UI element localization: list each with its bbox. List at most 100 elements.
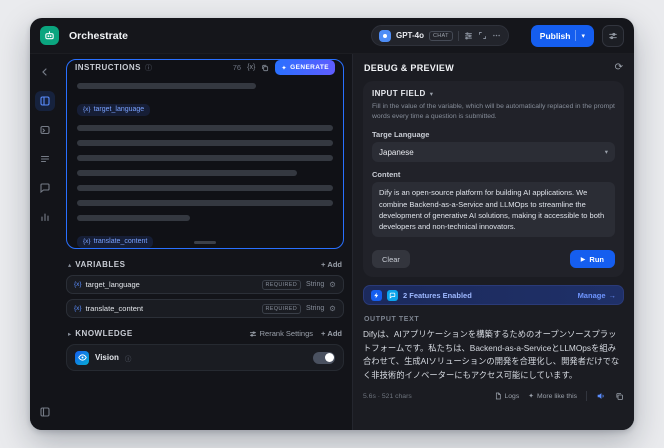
output-meta: 5.6s · 521 chars [363, 392, 412, 400]
variable-row-meta: REQUIRED String ⚙ [261, 279, 336, 290]
variable-type[interactable]: String [306, 281, 324, 288]
speaker-icon[interactable] [596, 391, 606, 401]
chip-row: {x} target_language [77, 98, 333, 116]
sidebar-item-orchestrate[interactable] [35, 91, 55, 111]
copy-output-icon[interactable] [615, 392, 624, 401]
variable-settings-icon[interactable]: ⚙ [329, 280, 336, 289]
output-actions: Logs ✦ More like this [494, 391, 625, 402]
publish-button[interactable]: Publish ▾ [530, 24, 594, 47]
publish-label: Publish [539, 30, 571, 41]
logs-label: Logs [504, 392, 520, 400]
manage-features-link[interactable]: Manage → [578, 291, 616, 300]
input-field-title: INPUT FIELD [372, 89, 426, 98]
model-selector[interactable]: GPT-4o CHAT [371, 25, 509, 46]
target-language-select[interactable]: Japanese ▾ [372, 142, 615, 163]
variable-row-target-language[interactable]: {x} target_language REQUIRED String ⚙ [66, 275, 344, 294]
back-icon[interactable] [35, 62, 55, 82]
refresh-icon[interactable]: ⟳ [615, 63, 623, 73]
clear-button[interactable]: Clear [372, 250, 410, 269]
variable-chip-target-language[interactable]: {x} target_language [77, 103, 151, 116]
insert-variable-icon[interactable]: {x} [247, 64, 255, 71]
model-name: GPT-4o [396, 31, 425, 40]
page-title: Orchestrate [69, 29, 128, 42]
required-badge: REQUIRED [261, 279, 301, 290]
play-icon: ▶ [580, 256, 586, 263]
app-settings-button[interactable] [602, 24, 624, 47]
variable-settings-icon[interactable]: ⚙ [329, 304, 336, 313]
target-language-label: Targe Language [372, 130, 430, 140]
model-more-icon[interactable] [492, 31, 501, 40]
variable-row-translate-content[interactable]: {x} translate_content REQUIRED String ⚙ [66, 299, 344, 318]
input-buttons-row: Clear ▶ Run [372, 250, 615, 269]
content-textarea[interactable]: Dify is an open-source platform for buil… [372, 182, 615, 238]
char-count: 76 [232, 63, 242, 72]
app-window: Orchestrate GPT-4o CHAT Publish ▾ INSTRU… [30, 18, 634, 430]
generate-button[interactable]: ✦ GENERATE [275, 60, 335, 75]
arrow-right-icon: → [608, 290, 617, 300]
collapse-panel-icon[interactable] [35, 402, 55, 422]
input-field-description: Fill in the value of the variable, which… [372, 103, 615, 121]
skeleton-line [77, 83, 257, 89]
feature-icon-2 [387, 289, 398, 301]
skeleton-line [77, 170, 298, 176]
resize-handle[interactable] [194, 241, 216, 244]
token-icon: {x} [74, 305, 82, 312]
add-knowledge-button[interactable]: + Add [321, 329, 342, 338]
logs-button[interactable]: Logs [494, 392, 520, 400]
title-bar: Orchestrate GPT-4o CHAT Publish ▾ [30, 18, 634, 54]
toggle-knob [324, 353, 334, 362]
knowledge-title: KNOWLEDGE [75, 329, 133, 338]
token-icon: {x} [83, 106, 91, 113]
skeleton-line [77, 125, 333, 131]
skeleton-line [77, 200, 333, 206]
desktop-background: Orchestrate GPT-4o CHAT Publish ▾ INSTRU… [0, 0, 664, 448]
app-logo-icon [40, 26, 59, 45]
input-field-header[interactable]: INPUT FIELD ▾ [372, 89, 615, 98]
vision-feature-card: Vision ⓘ [66, 344, 344, 371]
variable-chip-translate-content[interactable]: {x} translate_content [77, 235, 154, 248]
sparkle-icon: ✦ [281, 64, 288, 72]
sidebar-item-logs[interactable] [35, 149, 55, 169]
add-label: Add [327, 329, 342, 338]
model-expand-icon[interactable] [478, 31, 487, 40]
vision-toggle[interactable] [313, 351, 335, 364]
skeleton-line [77, 215, 190, 221]
instructions-header: INSTRUCTIONS ⓘ 76 {x} ✦ GENERATE [67, 60, 343, 75]
plus-icon: + [321, 329, 326, 338]
run-button[interactable]: ▶ Run [569, 250, 615, 269]
rerank-label: Rerank Settings [259, 329, 314, 338]
sparkle-icon: ✦ [528, 393, 534, 401]
content-label: Content [372, 170, 401, 180]
token-icon: {x} [83, 238, 91, 245]
required-badge: REQUIRED [261, 303, 301, 314]
rerank-settings-button[interactable]: Rerank Settings [249, 329, 313, 338]
instructions-tools: 76 {x} ✦ GENERATE [233, 60, 335, 75]
features-label: 2 Features Enabled [403, 290, 472, 300]
select-value: Japanese [379, 147, 414, 157]
model-params-icon[interactable] [464, 31, 473, 40]
chevron-down-icon: ▾ [604, 149, 608, 157]
instructions-title: INSTRUCTIONS [75, 63, 141, 72]
sidebar-item-annotations[interactable] [35, 178, 55, 198]
variable-type[interactable]: String [306, 305, 324, 312]
chevron-down-icon: ▾ [581, 32, 585, 40]
copy-icon[interactable] [261, 64, 269, 72]
input-field-panel: INPUT FIELD ▾ Fill in the value of the v… [363, 81, 624, 278]
model-mode-badge: CHAT [429, 30, 453, 41]
debug-preview-column: DEBUG & PREVIEW ⟳ INPUT FIELD ▾ Fill in … [352, 54, 634, 430]
sidebar-item-preview[interactable] [35, 120, 55, 140]
prompt-editor-column: INSTRUCTIONS ⓘ 76 {x} ✦ GENERATE {x} tar… [60, 54, 352, 430]
left-nav-rail [30, 54, 60, 430]
more-like-this-button[interactable]: ✦ More like this [528, 392, 577, 401]
prompt-text-area[interactable]: {x} target_language {x} translate_conten… [67, 75, 343, 263]
features-enabled-bar[interactable]: 2 Features Enabled Manage → [363, 285, 624, 306]
sidebar-item-monitoring[interactable] [35, 207, 55, 227]
info-icon: ⓘ [145, 64, 152, 72]
output-text: Difyは、AIアプリケーションを構築するためのオープンソースプラットフォームで… [363, 329, 620, 380]
chevron-down-icon: ▾ [429, 90, 433, 98]
info-icon: ⓘ [124, 355, 132, 363]
debug-title: DEBUG & PREVIEW [364, 63, 455, 73]
vision-label: Vision [95, 353, 119, 362]
chevron-right-icon[interactable]: ▸ [68, 330, 71, 338]
skeleton-line [77, 140, 333, 146]
